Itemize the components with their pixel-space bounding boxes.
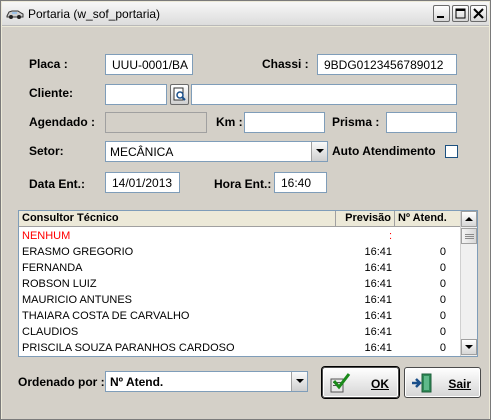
maximize-icon (455, 8, 466, 19)
minimize-icon (437, 16, 444, 18)
table-row[interactable]: THAIARA COSTA DE CARVALHO 16:41 0 (19, 308, 461, 324)
row-consultor: CLAUDIOS (22, 326, 79, 338)
lookup-icon (173, 87, 186, 101)
chevron-down-icon (316, 149, 324, 153)
row-previsao: 16:41 (364, 310, 392, 322)
row-consultor: ERASMO GREGORIO (22, 246, 134, 258)
cliente-lookup-button[interactable] (170, 84, 189, 105)
chevron-up-icon (465, 217, 473, 221)
maximize-button[interactable] (452, 5, 469, 22)
check-icon (330, 373, 351, 393)
header-atend[interactable]: Nº Atend. (395, 211, 449, 227)
scroll-up-button[interactable] (461, 211, 477, 227)
ordenado-selected-value: Nº Atend. (110, 375, 164, 389)
prisma-input[interactable] (386, 112, 457, 133)
placa-label: Placa : (29, 57, 68, 71)
hora-ent-input[interactable]: 16:40 (274, 172, 327, 193)
placa-input[interactable]: UUU-0001/BA (105, 54, 193, 75)
auto-atendimento-label: Auto Atendimento (332, 144, 436, 158)
row-previsao: 16:41 (364, 342, 392, 354)
scroll-thumb[interactable] (461, 228, 477, 244)
row-consultor: PRISCILA SOUZA PARANHOS CARDOSO (22, 342, 235, 354)
chassi-input[interactable]: 9BDG0123456789012 (317, 54, 457, 75)
car-icon (6, 8, 24, 20)
ordenado-dropdown[interactable]: Nº Atend. (105, 371, 308, 392)
row-atend: 0 (439, 246, 446, 258)
exit-door-icon (412, 373, 432, 393)
ok-button[interactable]: OK (322, 367, 399, 398)
close-button[interactable] (470, 5, 487, 22)
auto-atendimento-checkbox[interactable] (445, 145, 458, 158)
row-previsao: 16:41 (364, 246, 392, 258)
data-ent-input[interactable]: 14/01/2013 (105, 172, 180, 193)
setor-dropdown-button[interactable] (311, 142, 327, 161)
agendado-label: Agendado : (29, 115, 95, 129)
row-atend: 0 (439, 326, 446, 338)
cliente-label: Cliente: (29, 86, 74, 100)
data-ent-label: Data Ent.: (29, 177, 86, 191)
chevron-down-icon (296, 379, 304, 383)
agendado-field (105, 112, 207, 133)
ordenado-label: Ordenado por : (18, 375, 105, 389)
table-row[interactable]: FERNANDA 16:41 0 (19, 260, 461, 276)
form-area: Placa : UUU-0001/BA Chassi : 9BDG0123456… (2, 27, 489, 419)
setor-dropdown[interactable]: MECÂNICA (105, 141, 328, 162)
grid-scrollbar[interactable] (460, 211, 477, 356)
row-consultor: FERNANDA (22, 262, 83, 274)
table-row[interactable]: ROBSON LUIZ 16:41 0 (19, 276, 461, 292)
minimize-button[interactable] (433, 5, 450, 22)
close-icon (473, 8, 484, 19)
row-atend: 0 (439, 262, 446, 274)
row-atend (395, 228, 449, 244)
row-consultor: THAIARA COSTA DE CARVALHO (22, 310, 190, 322)
cliente-code-input[interactable] (105, 84, 167, 105)
sair-button-label: Sair (448, 377, 471, 391)
km-label: Km : (216, 115, 243, 129)
hora-ent-label: Hora Ent.: (214, 177, 272, 191)
row-atend: 0 (439, 294, 446, 306)
row-consultor: ROBSON LUIZ (22, 278, 97, 290)
row-atend: 0 (439, 342, 446, 354)
prisma-label: Prisma : (332, 115, 380, 129)
row-consultor: NENHUM (22, 230, 71, 242)
table-row[interactable]: PRISCILA SOUZA PARANHOS CARDOSO 16:41 0 (19, 340, 461, 356)
ok-button-label: OK (371, 377, 389, 391)
table-row[interactable]: NENHUM : (19, 228, 461, 244)
table-row[interactable]: CLAUDIOS 16:41 0 (19, 324, 461, 340)
consultor-grid[interactable]: Consultor Técnico Previsão Nº Atend. NEN… (18, 210, 478, 357)
header-previsao[interactable]: Previsão (336, 211, 395, 227)
row-previsao: 16:41 (364, 262, 392, 274)
row-atend: 0 (439, 310, 446, 322)
title-bar[interactable]: Portaria (w_sof_portaria) (2, 2, 489, 26)
setor-selected-value: MECÂNICA (110, 145, 174, 159)
row-consultor: MAURICIO ANTUNES (22, 294, 133, 306)
row-atend: 0 (439, 278, 446, 290)
cliente-name-input[interactable] (191, 84, 457, 105)
setor-label: Setor: (29, 144, 64, 158)
scroll-down-button[interactable] (461, 339, 477, 355)
table-row[interactable]: MAURICIO ANTUNES 16:41 0 (19, 292, 461, 308)
ordenado-dropdown-button[interactable] (291, 372, 307, 391)
km-input[interactable] (244, 112, 325, 133)
portaria-window: Portaria (w_sof_portaria) Placa : UUU-00… (0, 0, 491, 420)
chassi-label: Chassi : (262, 57, 309, 71)
row-previsao: 16:41 (364, 278, 392, 290)
sair-button[interactable]: Sair (404, 367, 481, 398)
window-title: Portaria (w_sof_portaria) (28, 7, 161, 21)
table-row[interactable]: ERASMO GREGORIO 16:41 0 (19, 244, 461, 260)
row-previsao: 16:41 (364, 326, 392, 338)
header-consultor[interactable]: Consultor Técnico (19, 211, 336, 227)
row-previsao: 16:41 (364, 294, 392, 306)
chevron-down-icon (465, 345, 473, 349)
row-previsao: : (388, 230, 392, 242)
grid-header: Consultor Técnico Previsão Nº Atend. (19, 211, 461, 227)
